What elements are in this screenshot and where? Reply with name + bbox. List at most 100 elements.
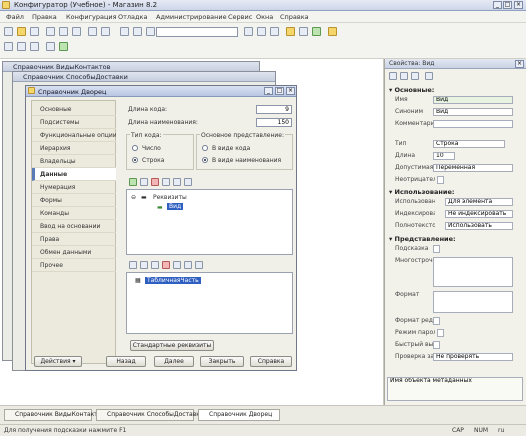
find-prev-icon[interactable] [257,27,266,36]
code-type-string-radio[interactable] [132,157,138,163]
section-other[interactable]: Прочее [32,259,116,272]
prop-name-input[interactable]: Вид [433,96,513,104]
section-main[interactable]: Основные [32,103,116,116]
cut-icon[interactable] [46,27,55,36]
move-down-icon[interactable] [173,178,181,186]
prop-prompt-button[interactable] [433,245,440,253]
edit-attribute-icon[interactable] [140,178,148,186]
search-combo[interactable] [156,27,238,37]
attribute-item-selected[interactable]: Вид [167,203,184,210]
section-owners[interactable]: Владельцы [32,155,116,168]
section-forms[interactable]: Формы [32,194,116,207]
add-tabular-attr-icon[interactable] [140,261,148,269]
categorize-icon[interactable] [389,72,397,80]
prop-allowed-length-select[interactable]: Переменная [433,164,513,172]
attributes-root[interactable]: Реквизиты [153,194,187,201]
add-tabular-icon[interactable] [129,261,137,269]
search-icon[interactable] [146,27,155,36]
tabular-down-icon[interactable] [184,261,192,269]
menu-administration[interactable]: Администрирование [156,13,227,21]
next-button[interactable]: Далее [154,356,194,367]
arrow-left-icon[interactable] [120,27,129,36]
prop-comment-input[interactable] [433,120,513,128]
repr-code-radio[interactable] [202,145,208,151]
code-type-number-radio[interactable] [132,145,138,151]
section-functional-options[interactable]: Функциональные опции [32,129,116,142]
prop-password-checkbox[interactable] [437,329,444,337]
properties-close-icon[interactable]: × [515,60,524,68]
section-hierarchy[interactable]: Иерархия [32,142,116,155]
arrow-right-icon[interactable] [133,27,142,36]
props-close-small-icon[interactable] [425,72,433,80]
name-length-input[interactable]: 150 [256,118,292,127]
copy-icon[interactable] [59,27,68,36]
menu-windows[interactable]: Окна [256,13,273,21]
prop-length-input[interactable]: 10 [433,152,455,160]
find-next-icon[interactable] [244,27,253,36]
new-icon[interactable] [4,27,13,36]
breakpoint-icon[interactable] [299,27,308,36]
section-rights[interactable]: Права [32,233,116,246]
move-up-icon[interactable] [162,178,170,186]
dialog-minimize-icon[interactable]: _ [264,87,273,95]
tabular-item[interactable]: ТабличнаяЧасть [145,277,201,284]
config-open-icon[interactable] [17,42,26,51]
prop-multiline-area[interactable] [433,257,513,287]
edit-tabular-icon[interactable] [151,261,159,269]
paste-icon[interactable] [72,27,81,36]
save-icon[interactable] [30,27,39,36]
menu-configuration[interactable]: Конфигурация [66,13,117,21]
config-tree-icon[interactable] [4,42,13,51]
menu-edit[interactable]: Правка [32,13,57,21]
replace-icon[interactable] [270,27,279,36]
close-button[interactable]: Закрыть [200,356,244,367]
sort-icon[interactable] [184,178,192,186]
open-icon[interactable] [17,27,26,36]
section-numbering[interactable]: Нумерация [32,181,116,194]
prop-format-area[interactable] [433,291,513,313]
help-icon[interactable] [328,27,337,36]
actions-button[interactable]: Действия ▾ [34,356,82,367]
tab-catalog-dvorec[interactable]: Справочник Дворец [198,409,280,421]
prop-choice-button[interactable] [433,341,440,349]
maximize-icon[interactable]: □ [503,1,512,9]
tabular-up-icon[interactable] [173,261,181,269]
debug-icon[interactable] [286,27,295,36]
prop-fill-check-select[interactable]: Не проверять [433,353,513,361]
config-compare-icon[interactable] [46,42,55,51]
redo-icon[interactable] [101,27,110,36]
section-subsystems[interactable]: Подсистемы [32,116,116,129]
menu-debug[interactable]: Отладка [118,13,147,21]
props-settings-icon[interactable] [411,72,419,80]
prop-edit-format-button[interactable] [433,317,440,325]
tabular-sort-icon[interactable] [195,261,203,269]
dialog-maximize-icon[interactable]: □ [275,87,284,95]
section-commands[interactable]: Команды [32,207,116,220]
delete-tabular-icon[interactable] [162,261,170,269]
menu-file[interactable]: Файл [6,13,24,21]
prop-index-select[interactable]: Не индексировать [445,210,513,218]
alphabetical-icon[interactable] [400,72,408,80]
section-input-based[interactable]: Ввод на основании [32,220,116,233]
start-enterprise-icon[interactable] [59,42,68,51]
back-button[interactable]: Назад [106,356,146,367]
menu-service[interactable]: Сервис [228,13,252,21]
config-update-icon[interactable] [30,42,39,51]
prop-synonym-input[interactable]: Вид [433,108,513,116]
add-attribute-icon[interactable] [129,178,137,186]
code-length-input[interactable]: 9 [256,105,292,114]
delete-attribute-icon[interactable] [151,178,159,186]
minimize-icon[interactable]: _ [493,1,502,9]
help-button[interactable]: Справка [250,356,292,367]
tab-delivery-methods[interactable]: Справочник СпособыДоставки [96,409,204,421]
section-data-exchange[interactable]: Обмен данными [32,246,116,259]
prop-nonneg-checkbox[interactable] [437,176,444,184]
undo-icon[interactable] [88,27,97,36]
run-icon[interactable] [312,27,321,36]
tab-contact-types[interactable]: Справочник ВидыКонтактов [4,409,105,421]
dialog-close-icon[interactable]: × [286,87,295,95]
repr-name-radio[interactable] [202,157,208,163]
close-icon[interactable]: × [514,1,523,9]
standard-attributes-button[interactable]: Стандартные реквизиты [130,340,214,351]
prop-usage-select[interactable]: Для элемента [445,198,513,206]
